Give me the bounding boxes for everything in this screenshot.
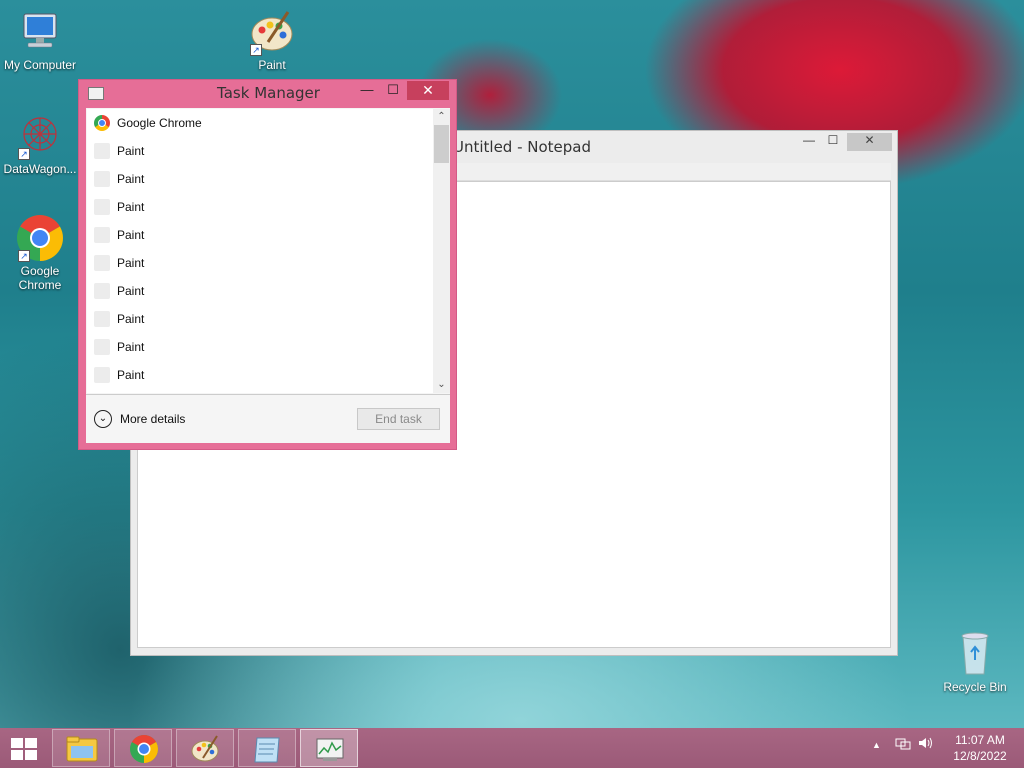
process-item[interactable]: Paint <box>87 193 433 221</box>
app-icon <box>94 283 110 299</box>
notepad-icon <box>254 737 280 763</box>
taskbar-task-manager[interactable] <box>300 729 358 767</box>
more-details-label: More details <box>120 412 186 426</box>
desktop-icon-datawagon[interactable]: ↗ DataWagon... <box>0 112 80 176</box>
process-name: Paint <box>117 284 145 298</box>
start-button[interactable] <box>4 734 44 762</box>
vertical-scrollbar[interactable]: ⌃ ⌄ <box>433 109 450 393</box>
process-name: Paint <box>117 340 145 354</box>
close-button[interactable]: ✕ <box>847 133 892 151</box>
chrome-icon: ↗ <box>16 214 64 262</box>
shortcut-arrow-icon: ↗ <box>18 148 30 160</box>
network-icon[interactable] <box>895 738 915 753</box>
app-icon <box>94 311 110 327</box>
desktop-icon-label: DataWagon... <box>3 162 77 176</box>
app-icon <box>94 199 110 215</box>
taskbar: ▲ 11:07 AM 12/8/2022 <box>0 728 1024 768</box>
recycle-bin-icon <box>951 630 999 678</box>
taskbar-paint[interactable] <box>176 729 234 767</box>
process-name: Paint <box>117 200 145 214</box>
desktop-icon-paint[interactable]: ↗ Paint <box>232 8 312 72</box>
scrollbar-thumb[interactable] <box>434 125 449 163</box>
window-title: Untitled - Notepad <box>453 138 592 156</box>
shortcut-arrow-icon: ↗ <box>18 250 30 262</box>
desktop-icon-label: Recycle Bin <box>943 680 1007 694</box>
paint-palette-icon: ↗ <box>248 8 296 56</box>
datawagon-icon: ↗ <box>16 112 64 160</box>
desktop-icon-my-computer[interactable]: My Computer <box>0 8 80 72</box>
end-task-button[interactable]: End task <box>357 408 440 430</box>
minimize-button[interactable]: — <box>356 81 378 100</box>
app-icon <box>94 339 110 355</box>
desktop-icon-label: Paint <box>258 58 286 72</box>
process-item[interactable]: Paint <box>87 305 433 333</box>
app-icon <box>94 255 110 271</box>
process-name: Paint <box>117 228 145 242</box>
app-icon <box>94 227 110 243</box>
chrome-icon <box>130 735 158 763</box>
process-name: Google Chrome <box>117 116 202 130</box>
system-tray: ▲ <box>872 736 934 753</box>
taskbar-notepad[interactable] <box>238 729 296 767</box>
process-item[interactable]: Paint <box>87 137 433 165</box>
volume-icon[interactable] <box>918 737 934 753</box>
process-item[interactable]: Paint <box>87 221 433 249</box>
process-name: Paint <box>117 368 145 382</box>
clock-time: 11:07 AM <box>955 733 1005 747</box>
process-item[interactable]: Paint <box>87 361 433 389</box>
computer-icon <box>16 8 64 56</box>
maximize-button[interactable]: ☐ <box>819 133 847 151</box>
app-icon <box>94 367 110 383</box>
close-button[interactable]: ✕ <box>407 81 449 100</box>
process-item[interactable]: Paint <box>87 165 433 193</box>
desktop-icon-label: My Computer <box>3 58 77 72</box>
process-name: Paint <box>117 144 145 158</box>
app-icon <box>94 171 110 187</box>
process-list[interactable]: Google Chrome Paint Paint Paint Paint Pa… <box>87 109 433 393</box>
chrome-icon <box>94 115 110 131</box>
desktop-icon-google-chrome[interactable]: ↗ Google Chrome <box>0 214 80 292</box>
scroll-up-button[interactable]: ⌃ <box>433 109 450 125</box>
chevron-down-icon: ⌄ <box>94 410 112 428</box>
desktop-icon-label: Google Chrome <box>18 264 62 292</box>
process-name: Paint <box>117 172 145 186</box>
folder-icon <box>66 736 98 762</box>
process-name: Paint <box>117 312 145 326</box>
system-clock[interactable]: 11:07 AM 12/8/2022 <box>938 732 1022 764</box>
more-details-toggle[interactable]: ⌄ More details <box>94 410 185 428</box>
task-manager-icon <box>316 738 344 761</box>
paint-palette-icon <box>191 735 219 762</box>
process-item[interactable]: Google Chrome <box>87 109 433 137</box>
shortcut-arrow-icon: ↗ <box>250 44 262 56</box>
windows-logo-icon <box>11 738 37 760</box>
task-manager-footer: ⌄ More details End task <box>86 394 450 443</box>
scroll-down-button[interactable]: ⌄ <box>433 377 450 393</box>
app-icon <box>94 143 110 159</box>
process-item[interactable]: Paint <box>87 333 433 361</box>
task-manager-body: Google Chrome Paint Paint Paint Paint Pa… <box>86 108 450 443</box>
process-item[interactable]: Paint <box>87 249 433 277</box>
task-manager-window[interactable]: Task Manager — ☐ ✕ Google Chrome Paint P… <box>78 79 457 450</box>
maximize-button[interactable]: ☐ <box>382 81 404 100</box>
clock-date: 12/8/2022 <box>953 749 1007 763</box>
process-name: Paint <box>117 256 145 270</box>
taskbar-file-explorer[interactable] <box>52 729 110 767</box>
process-item[interactable]: Paint <box>87 277 433 305</box>
show-hidden-icons-button[interactable]: ▲ <box>872 740 881 750</box>
desktop-icon-recycle-bin[interactable]: Recycle Bin <box>935 630 1015 694</box>
taskbar-google-chrome[interactable] <box>114 729 172 767</box>
